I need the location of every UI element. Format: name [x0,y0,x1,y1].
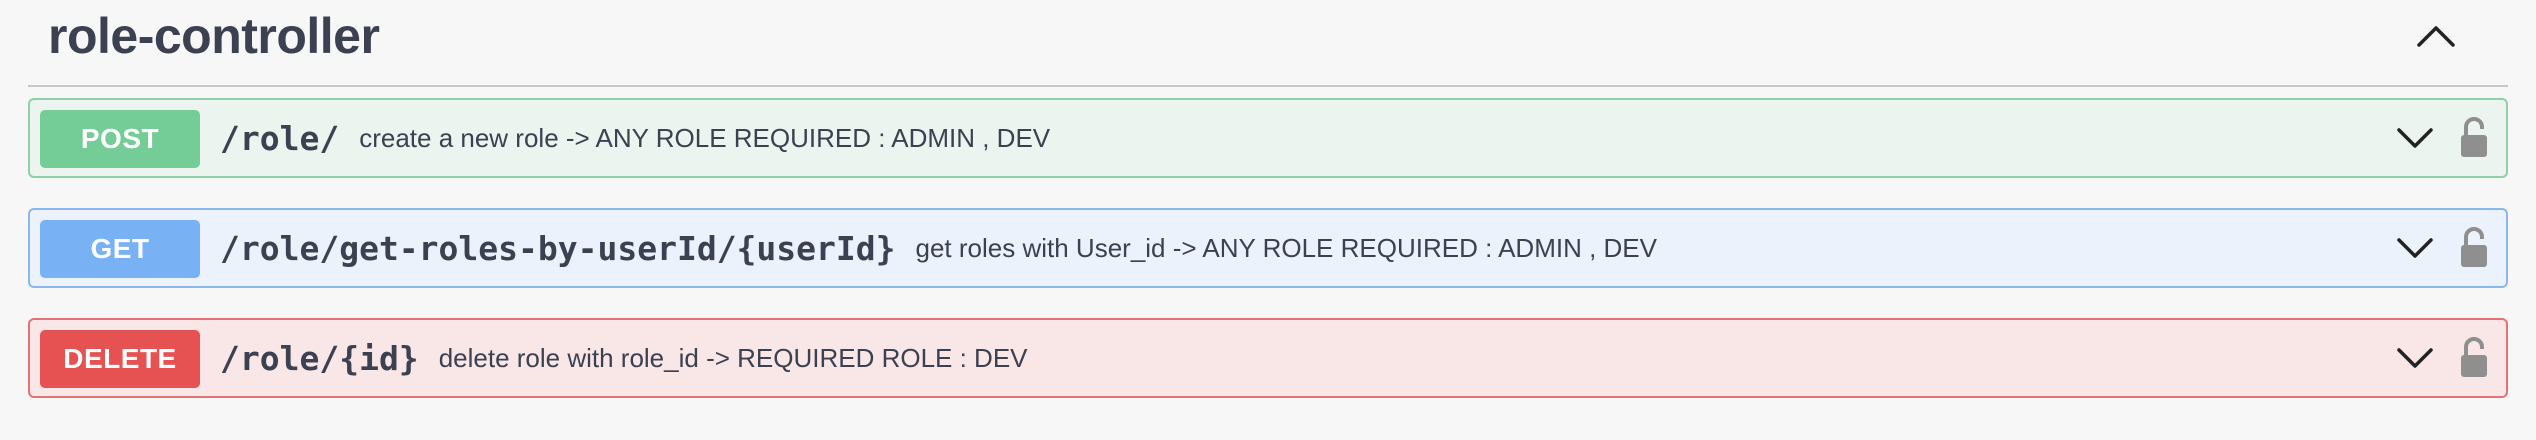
unlocked-icon [2461,337,2487,377]
expand-button[interactable] [2390,114,2440,162]
authorize-button[interactable] [2454,222,2494,272]
operation-post-role[interactable]: POST /role/ create a new role -> ANY ROL… [28,98,2508,178]
method-badge: GET [40,220,200,278]
operation-path: /role/{id} [220,338,419,378]
operation-get-roles-by-userid[interactable]: GET /role/get-roles-by-userId/{userId} g… [28,208,2508,288]
collapse-button[interactable] [2406,12,2466,60]
unlocked-icon [2461,227,2487,267]
authorize-button[interactable] [2454,332,2494,382]
chevron-down-icon [2397,128,2433,148]
method-badge: DELETE [40,330,200,388]
operation-path: /role/get-roles-by-userId/{userId} [220,228,896,268]
tag-title[interactable]: role-controller [48,6,380,66]
tag-header[interactable]: role-controller [28,0,2508,87]
chevron-up-icon [2417,26,2455,47]
operation-description: create a new role -> ANY ROLE REQUIRED :… [359,122,1051,153]
operation-description: delete role with role_id -> REQUIRED ROL… [438,342,1028,373]
method-badge: POST [40,110,200,168]
unlocked-icon [2461,117,2487,157]
operation-description: get roles with User_id -> ANY ROLE REQUI… [915,232,1657,263]
expand-button[interactable] [2390,224,2440,272]
authorize-button[interactable] [2454,112,2494,162]
tag-section: role-controller POST /role/ create a new… [28,0,2508,440]
operation-delete-role[interactable]: DELETE /role/{id} delete role with role_… [28,318,2508,398]
chevron-down-icon [2397,348,2433,368]
operation-path: /role/ [220,118,340,158]
expand-button[interactable] [2390,334,2440,382]
chevron-down-icon [2397,238,2433,258]
